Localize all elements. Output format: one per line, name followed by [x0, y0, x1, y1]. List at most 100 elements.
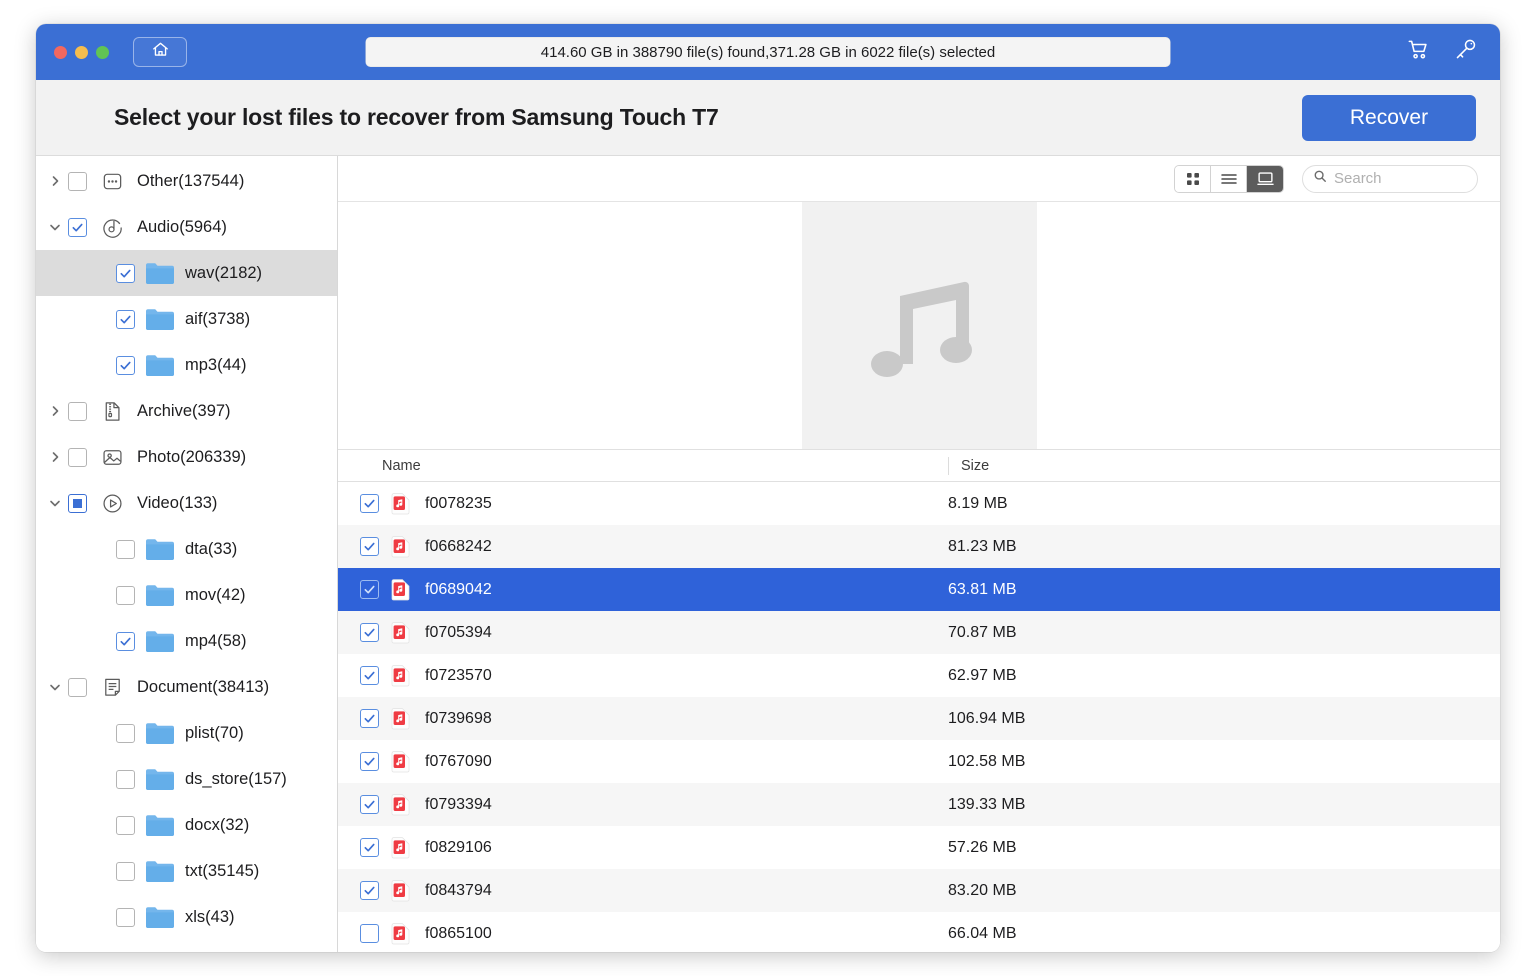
- table-row[interactable]: f0689042 63.81 MB: [338, 568, 1500, 611]
- home-button[interactable]: [133, 37, 187, 67]
- audio-file-icon: [391, 492, 411, 515]
- sidebar-item-video[interactable]: Video(133): [36, 480, 337, 526]
- folder-icon: [145, 629, 175, 653]
- sidebar-item-other[interactable]: Other(137544): [36, 158, 337, 204]
- audio-file-icon: [391, 793, 411, 816]
- column-header-size[interactable]: Size: [948, 456, 989, 475]
- checkbox-unchecked[interactable]: [116, 861, 135, 881]
- row-checkbox[interactable]: [360, 537, 379, 556]
- checkbox-unchecked[interactable]: [116, 815, 135, 835]
- row-checkbox[interactable]: [360, 795, 379, 814]
- folder-icon: [145, 537, 175, 561]
- file-list[interactable]: f0078235 8.19 MB f0668242 81.23 MB f0689042 6…: [338, 482, 1500, 952]
- list-view-button[interactable]: [1211, 165, 1247, 192]
- sidebar-item-mp3[interactable]: mp3(44): [36, 342, 337, 388]
- sidebar-item-label: Document(38413): [137, 677, 270, 696]
- sidebar-item-audio[interactable]: Audio(5964): [36, 204, 337, 250]
- table-row[interactable]: f0705394 70.87 MB: [338, 611, 1500, 654]
- chevron-down-icon[interactable]: [42, 495, 68, 511]
- maximize-button[interactable]: [96, 45, 109, 59]
- sidebar-item-mp4[interactable]: mp4(58): [36, 618, 337, 664]
- window-controls: [54, 45, 109, 59]
- preview-view-button[interactable]: [1247, 165, 1283, 192]
- row-checkbox[interactable]: [360, 838, 379, 857]
- minimize-button[interactable]: [75, 45, 88, 59]
- sidebar-item-label: mov(42): [185, 585, 246, 604]
- row-checkbox[interactable]: [360, 709, 379, 728]
- recover-button[interactable]: Recover: [1302, 94, 1476, 141]
- checkbox-unchecked[interactable]: [116, 585, 135, 605]
- grid-view-button[interactable]: [1175, 165, 1211, 192]
- table-row[interactable]: f0843794 83.20 MB: [338, 869, 1500, 912]
- checkbox-unchecked[interactable]: [116, 769, 135, 789]
- checkbox-checked[interactable]: [116, 309, 135, 329]
- chevron-right-icon[interactable]: [42, 173, 68, 189]
- table-row[interactable]: f0767090 102.58 MB: [338, 740, 1500, 783]
- checkbox-checked[interactable]: [116, 631, 135, 651]
- checkbox-unchecked[interactable]: [68, 677, 87, 697]
- chevron-down-icon[interactable]: [42, 219, 68, 235]
- sidebar-item-ds_store[interactable]: ds_store(157): [36, 756, 337, 802]
- chevron-right-icon[interactable]: [42, 449, 68, 465]
- audio-file-icon: [391, 621, 411, 644]
- sidebar-item-wav[interactable]: wav(2182): [36, 250, 337, 296]
- folder-icon: [145, 583, 175, 607]
- search-input[interactable]: [1334, 170, 1467, 187]
- row-checkbox[interactable]: [360, 881, 379, 900]
- checkbox-indeterminate[interactable]: [68, 493, 87, 513]
- row-checkbox[interactable]: [360, 752, 379, 771]
- checkbox-unchecked[interactable]: [116, 907, 135, 927]
- column-header-name[interactable]: Name: [338, 458, 421, 474]
- checkbox-checked[interactable]: [116, 355, 135, 375]
- chevron-right-icon[interactable]: [42, 403, 68, 419]
- content-toolbar: [338, 156, 1500, 202]
- cart-icon[interactable]: [1406, 37, 1431, 67]
- search-field[interactable]: [1302, 164, 1478, 193]
- checkbox-unchecked[interactable]: [68, 171, 87, 191]
- checkbox-unchecked[interactable]: [68, 401, 87, 421]
- table-row[interactable]: f0668242 81.23 MB: [338, 525, 1500, 568]
- checkbox-checked[interactable]: [68, 217, 87, 237]
- sidebar-item-docx[interactable]: docx(32): [36, 802, 337, 848]
- file-name: f0723570: [425, 666, 492, 684]
- checkbox-unchecked[interactable]: [116, 723, 135, 743]
- row-checkbox[interactable]: [360, 494, 379, 513]
- content-pane: Name Size f0078235 8.19 MB f0668242 81.23 M…: [338, 156, 1500, 952]
- search-icon: [1313, 169, 1327, 188]
- checkbox-unchecked[interactable]: [68, 447, 87, 467]
- table-row[interactable]: f0723570 62.97 MB: [338, 654, 1500, 697]
- table-row[interactable]: f0829106 57.26 MB: [338, 826, 1500, 869]
- sidebar-item-aif[interactable]: aif(3738): [36, 296, 337, 342]
- sidebar-item-xls[interactable]: xls(43): [36, 894, 337, 940]
- folder-icon: [145, 767, 175, 791]
- table-row[interactable]: f0793394 139.33 MB: [338, 783, 1500, 826]
- row-checkbox[interactable]: [360, 666, 379, 685]
- sidebar-item-archive[interactable]: Archive(397): [36, 388, 337, 434]
- sidebar-item-photo[interactable]: Photo(206339): [36, 434, 337, 480]
- table-row[interactable]: f0078235 8.19 MB: [338, 482, 1500, 525]
- row-checkbox[interactable]: [360, 623, 379, 642]
- audio-file-icon: [391, 535, 411, 558]
- checkbox-unchecked[interactable]: [116, 539, 135, 559]
- folder-icon: [145, 859, 175, 883]
- table-row[interactable]: f0739698 106.94 MB: [338, 697, 1500, 740]
- key-icon[interactable]: [1453, 37, 1478, 67]
- row-checkbox[interactable]: [360, 924, 379, 943]
- file-name: f0843794: [425, 881, 492, 899]
- close-button[interactable]: [54, 45, 67, 59]
- file-size: 8.19 MB: [948, 494, 1008, 512]
- sidebar-item-label: docx(32): [185, 815, 250, 834]
- row-checkbox[interactable]: [360, 580, 379, 599]
- sidebar-item-dta[interactable]: dta(33): [36, 526, 337, 572]
- sidebar-item-plist[interactable]: plist(70): [36, 710, 337, 756]
- view-mode-segmented-control[interactable]: [1174, 164, 1284, 193]
- sidebar-item-txt[interactable]: txt(35145): [36, 848, 337, 894]
- checkbox-checked[interactable]: [116, 263, 135, 283]
- sidebar-item-mov[interactable]: mov(42): [36, 572, 337, 618]
- folder-icon: [145, 905, 175, 929]
- file-table-header: Name Size: [338, 450, 1500, 482]
- sidebar-item-document[interactable]: Document(38413): [36, 664, 337, 710]
- chevron-down-icon[interactable]: [42, 679, 68, 695]
- category-sidebar[interactable]: Other(137544) Audio(5964) wav(2182) aif(373…: [36, 156, 338, 952]
- table-row[interactable]: f0865100 66.04 MB: [338, 912, 1500, 952]
